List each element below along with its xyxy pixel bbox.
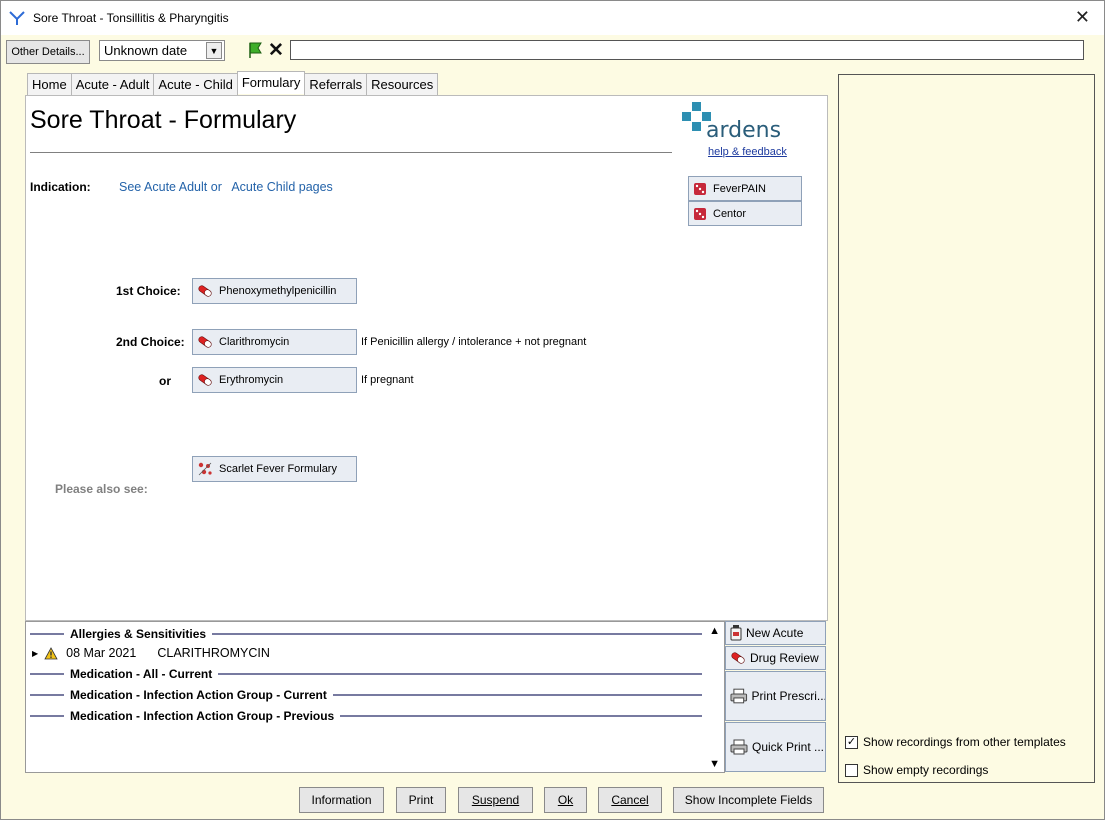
main-panel: Home Acute - Adult Acute - Child Formula… xyxy=(23,71,834,815)
title-divider xyxy=(30,152,672,153)
drug-review-button[interactable]: Drug Review xyxy=(725,646,826,670)
show-other-templates-row[interactable]: ✓ Show recordings from other templates xyxy=(845,735,1066,749)
show-empty-recordings-checkbox[interactable] xyxy=(845,763,858,777)
tab-formulary[interactable]: Formulary xyxy=(236,71,306,94)
acute-child-link[interactable]: Acute Child pages xyxy=(231,180,332,194)
expand-triangle-icon[interactable]: ▶ xyxy=(32,649,38,658)
window-title: Sore Throat - Tonsillitis & Pharyngitis xyxy=(33,11,229,25)
clear-x-icon[interactable]: ✕ xyxy=(268,39,284,62)
tab-resources[interactable]: Resources xyxy=(366,73,439,95)
second-choice-note: If Penicillin allergy / intolerance + no… xyxy=(361,336,587,348)
free-text-input[interactable] xyxy=(290,40,1084,60)
bacteria-icon xyxy=(198,462,212,476)
first-choice-label: 1st Choice: xyxy=(116,284,181,298)
formulary-content: Sore Throat - Formulary ardens help & fe… xyxy=(25,95,828,621)
chevron-down-icon[interactable]: ▼ xyxy=(206,42,222,59)
page-title: Sore Throat - Formulary xyxy=(30,106,297,134)
print-prescription-button[interactable]: Print Prescri... xyxy=(725,671,826,721)
cancel-button[interactable]: Cancel xyxy=(598,787,662,813)
capsule-icon xyxy=(198,374,212,386)
recordings-list[interactable]: Allergies & Sensitivities ▶ 08 Mar 2021 … xyxy=(25,621,725,773)
help-feedback-link[interactable]: help & feedback xyxy=(708,146,787,158)
capsule-icon xyxy=(731,652,745,664)
tab-acute-child[interactable]: Acute - Child xyxy=(153,73,238,95)
print-button[interactable]: Print xyxy=(396,787,446,813)
tab-referrals[interactable]: Referrals xyxy=(304,73,368,95)
medication-all-header: Medication - All - Current xyxy=(30,666,702,682)
allergy-name: CLARITHROMYCIN xyxy=(157,646,270,660)
recordings-side-panel: ✓ Show recordings from other templates S… xyxy=(838,74,1095,783)
first-choice-drug: Phenoxymethylpenicillin xyxy=(219,285,337,297)
or-label: or xyxy=(159,374,171,388)
phenoxymethylpenicillin-button[interactable]: Phenoxymethylpenicillin xyxy=(192,278,357,304)
medication-iag-current-header: Medication - Infection Action Group - Cu… xyxy=(30,687,702,703)
indication-links: See Acute Adult or Acute Child pages xyxy=(119,180,333,194)
allergies-section-header: Allergies & Sensitivities xyxy=(30,626,702,642)
medication-iag-previous-header: Medication - Infection Action Group - Pr… xyxy=(30,708,702,724)
scarlet-fever-formulary-button[interactable]: Scarlet Fever Formulary xyxy=(192,456,357,482)
capsule-icon xyxy=(198,285,212,297)
template-window: Sore Throat - Tonsillitis & Pharyngitis … xyxy=(0,0,1105,820)
warning-icon xyxy=(44,646,58,659)
erythromycin-button[interactable]: Erythromycin xyxy=(192,367,357,393)
centor-button[interactable]: Centor xyxy=(688,201,802,226)
toolbar: Other Details... Unknown date ▼ ✕ xyxy=(1,35,1104,69)
alt-choice-drug: Erythromycin xyxy=(219,374,284,386)
ardens-logo: ardens help & feedback xyxy=(682,100,792,160)
app-icon xyxy=(9,11,25,25)
scroll-up-icon[interactable]: ▲ xyxy=(709,625,720,637)
alt-choice-note: If pregnant xyxy=(361,374,414,386)
second-choice-drug: Clarithromycin xyxy=(219,336,290,348)
tab-home[interactable]: Home xyxy=(27,73,72,95)
bottom-button-bar: Information Print Suspend Ok Cancel Show… xyxy=(25,777,828,815)
new-acute-button[interactable]: New Acute xyxy=(725,621,826,645)
green-flag-icon[interactable] xyxy=(247,41,267,59)
show-incomplete-fields-button[interactable]: Show Incomplete Fields xyxy=(673,787,824,813)
scroll-down-icon[interactable]: ▼ xyxy=(709,758,720,770)
centor-label: Centor xyxy=(713,207,747,220)
ok-button[interactable]: Ok xyxy=(544,787,587,813)
capsule-icon xyxy=(198,336,212,348)
other-details-button[interactable]: Other Details... xyxy=(6,40,90,64)
see-also-button-label: Scarlet Fever Formulary xyxy=(219,463,337,475)
title-bar: Sore Throat - Tonsillitis & Pharyngitis … xyxy=(1,1,1104,35)
clarithromycin-button[interactable]: Clarithromycin xyxy=(192,329,357,355)
quick-print-button[interactable]: Quick Print ... xyxy=(725,722,826,772)
bottle-icon xyxy=(730,625,742,641)
printer-icon xyxy=(730,688,748,704)
dice-icon xyxy=(694,207,706,220)
tab-acute-adult[interactable]: Acute - Adult xyxy=(70,73,155,95)
tab-bar: Home Acute - Adult Acute - Child Formula… xyxy=(27,71,439,95)
indication-label: Indication: xyxy=(30,180,91,194)
close-icon[interactable]: ✕ xyxy=(1075,7,1090,28)
allergy-entry[interactable]: ▶ 08 Mar 2021 CLARITHROMYCIN xyxy=(32,646,270,660)
dice-icon xyxy=(694,182,706,195)
information-button[interactable]: Information xyxy=(299,787,384,813)
allergy-date: 08 Mar 2021 xyxy=(66,646,137,660)
show-empty-recordings-row[interactable]: Show empty recordings xyxy=(845,763,988,777)
acute-adult-link[interactable]: See Acute Adult or xyxy=(119,180,222,194)
suspend-button[interactable]: Suspend xyxy=(458,787,533,813)
feverpain-button[interactable]: FeverPAIN xyxy=(688,176,802,201)
see-also-label: Please also see: xyxy=(55,482,148,496)
logo-wordmark: ardens xyxy=(706,118,782,143)
show-empty-recordings-label: Show empty recordings xyxy=(863,763,989,777)
feverpain-label: FeverPAIN xyxy=(713,182,766,195)
second-choice-label: 2nd Choice: xyxy=(116,335,185,349)
printer-icon xyxy=(730,739,748,755)
date-select[interactable]: Unknown date ▼ xyxy=(99,40,225,61)
show-other-templates-checkbox[interactable]: ✓ xyxy=(845,735,858,749)
date-value: Unknown date xyxy=(104,43,188,58)
show-other-templates-label: Show recordings from other templates xyxy=(863,735,1066,749)
